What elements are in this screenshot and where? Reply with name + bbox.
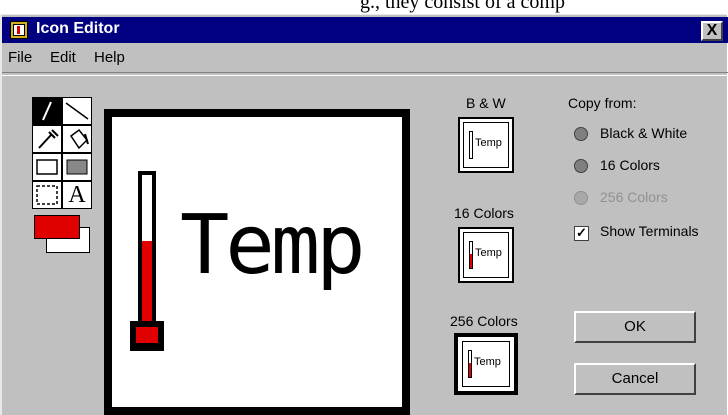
menu-bar: File Edit Help <box>2 45 728 71</box>
bw-preview-text: Temp <box>475 137 502 149</box>
16-colors-label: 16 Colors <box>600 157 660 173</box>
line-tool[interactable] <box>62 97 92 125</box>
black-white-label: Black & White <box>600 125 688 141</box>
foreground-color-swatch[interactable] <box>34 215 80 239</box>
pencil-icon <box>42 101 52 121</box>
fill-tool[interactable] <box>62 125 92 153</box>
copy-from-heading: Copy from: <box>568 95 637 111</box>
rectangle-icon <box>36 159 58 175</box>
icon-edit-canvas[interactable]: Temp <box>104 109 410 415</box>
show-terminals-label: Show Terminals <box>600 223 699 239</box>
256-colors-radio <box>574 191 588 205</box>
color-copy-tool[interactable] <box>32 125 62 153</box>
menu-edit[interactable]: Edit <box>50 49 76 66</box>
256-colors-preview[interactable]: Temp <box>454 333 518 395</box>
window-title: Icon Editor <box>36 20 120 37</box>
title-bar: Icon Editor X <box>2 17 728 43</box>
show-terminals-checkbox[interactable]: ✓ <box>574 226 589 241</box>
thermometer-tube <box>138 171 156 343</box>
ok-button[interactable]: OK <box>574 311 696 343</box>
bw-preview-label: B & W <box>466 95 506 111</box>
selection-icon <box>36 185 58 205</box>
background-document-text: g., they consist of a comp <box>360 0 565 13</box>
bw-preview[interactable]: Temp <box>458 117 514 173</box>
16-colors-radio[interactable] <box>574 159 588 173</box>
menu-divider <box>2 72 728 76</box>
text-tool[interactable]: A <box>62 181 92 209</box>
rectangle-tool[interactable] <box>32 153 62 181</box>
select-tool[interactable] <box>32 181 62 209</box>
app-icon <box>10 21 28 39</box>
16-colors-preview-text: Temp <box>475 247 502 259</box>
menu-help[interactable]: Help <box>94 49 125 66</box>
menu-file[interactable]: File <box>8 49 32 66</box>
256-colors-preview-text: Temp <box>474 356 501 368</box>
canvas-icon-text: Temp <box>180 198 365 293</box>
cancel-button[interactable]: Cancel <box>574 363 696 395</box>
close-button[interactable]: X <box>701 21 723 41</box>
black-white-radio[interactable] <box>574 127 588 141</box>
paint-bucket-icon <box>69 128 89 150</box>
16-colors-preview[interactable]: Temp <box>458 227 514 283</box>
16-colors-preview-label: 16 Colors <box>454 205 514 221</box>
tool-palette: A <box>32 97 96 257</box>
icon-editor-window: Icon Editor X File Edit Help A Temp B & … <box>0 14 728 415</box>
pencil-tool[interactable] <box>32 97 62 125</box>
line-icon <box>65 102 89 120</box>
256-colors-label: 256 Colors <box>600 189 668 205</box>
eyedropper-icon <box>38 129 59 149</box>
filled-rectangle-tool[interactable] <box>62 153 92 181</box>
filled-rectangle-icon <box>66 159 88 175</box>
thermometer-bulb <box>130 321 164 351</box>
256-colors-preview-label: 256 Colors <box>450 313 518 329</box>
